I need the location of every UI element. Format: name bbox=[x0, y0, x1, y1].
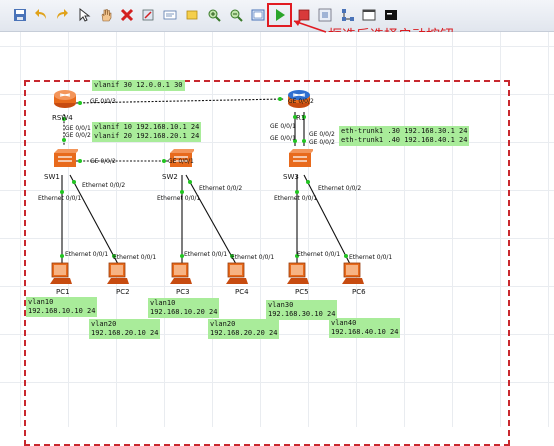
start-button-highlight bbox=[267, 3, 292, 27]
pc-icon[interactable] bbox=[168, 260, 194, 291]
switch-icon[interactable] bbox=[52, 147, 80, 176]
device-label-sw1: SW1 bbox=[44, 173, 60, 181]
terminal-icon[interactable] bbox=[383, 7, 399, 23]
fit-icon[interactable] bbox=[250, 7, 266, 23]
zoom-out-icon[interactable] bbox=[228, 7, 244, 23]
save-icon[interactable] bbox=[12, 7, 28, 23]
port-label: GE 0/0/1 bbox=[270, 135, 296, 142]
device-label-pc6: PC6 bbox=[352, 288, 366, 296]
port-label: Ethernet 0/0/1 bbox=[274, 195, 318, 202]
pc-icon[interactable] bbox=[105, 260, 131, 291]
redo-icon[interactable] bbox=[54, 7, 70, 23]
port-label: Ethernet 0/0/1 bbox=[184, 251, 228, 258]
router-icon[interactable] bbox=[52, 86, 78, 115]
port-label: Ethernet 0/0/1 bbox=[349, 254, 393, 261]
device-label-rsw4: RSW4 bbox=[52, 114, 73, 122]
capture-icon[interactable] bbox=[317, 7, 333, 23]
port-label: GE 0/0/2 bbox=[65, 132, 91, 139]
port-label: GE 0/0/2 bbox=[288, 98, 314, 105]
device-label-sw3: SW3 bbox=[283, 173, 299, 181]
pc-icon[interactable] bbox=[340, 260, 366, 291]
port-label: Ethernet 0/0/1 bbox=[231, 254, 275, 261]
window-icon[interactable] bbox=[361, 7, 377, 23]
text-icon[interactable] bbox=[162, 7, 178, 23]
topology-icon[interactable] bbox=[340, 7, 356, 23]
config-note[interactable]: vlan30 192.168.30.10 24 bbox=[266, 300, 338, 320]
undo-icon[interactable] bbox=[33, 7, 49, 23]
port-label: Ethernet 0/0/1 bbox=[297, 251, 341, 258]
config-note[interactable]: vlan10 192.168.10.10 24 bbox=[26, 297, 98, 317]
device-label-pc5: PC5 bbox=[295, 288, 309, 296]
select-icon[interactable] bbox=[76, 7, 92, 23]
port-label: GE 0/0/1 bbox=[270, 123, 296, 130]
stop-icon[interactable] bbox=[296, 7, 312, 23]
config-note[interactable]: vlan20 192.168.20.20 24 bbox=[208, 319, 280, 339]
pc-icon[interactable] bbox=[285, 260, 311, 291]
rect-icon[interactable] bbox=[184, 7, 200, 23]
port-label: GE 0/0/2 bbox=[309, 139, 335, 146]
device-label-pc4: PC4 bbox=[235, 288, 249, 296]
config-note[interactable]: eth-trunk1 .30 192.168.30.1 24 eth-trunk… bbox=[339, 126, 470, 146]
port-label: Ethernet 0/0/1 bbox=[65, 251, 109, 258]
device-label-sw2: SW2 bbox=[162, 173, 178, 181]
port-label: GE 0/0/2 bbox=[309, 131, 335, 138]
port-label: GE 0/0/2 bbox=[90, 158, 116, 165]
device-label-pc3: PC3 bbox=[176, 288, 190, 296]
topology-canvas[interactable]: RSW4 R1 SW1 SW2 SW3 PC1 PC2 PC3 PC4 PC5 … bbox=[0, 32, 554, 446]
config-note[interactable]: vlanif 30 12.0.0.1 30 bbox=[92, 80, 185, 91]
pc-icon[interactable] bbox=[48, 260, 74, 291]
zoom-in-icon[interactable] bbox=[206, 7, 222, 23]
config-note[interactable]: vlan40 192.168.40.10 24 bbox=[329, 318, 401, 338]
switch-icon[interactable] bbox=[287, 147, 315, 176]
device-label-r1: R1 bbox=[296, 114, 306, 122]
clear-icon[interactable] bbox=[140, 7, 156, 23]
pc-icon[interactable] bbox=[224, 260, 250, 291]
port-label: Ethernet 0/0/2 bbox=[318, 185, 362, 192]
port-label: Ethernet 0/0/1 bbox=[113, 254, 157, 261]
config-note[interactable]: vlan10 192.168.10.20 24 bbox=[148, 298, 220, 318]
port-label: Ethernet 0/0/1 bbox=[157, 195, 201, 202]
port-label: GE 0/0/1 bbox=[168, 158, 194, 165]
port-label: Ethernet 0/0/2 bbox=[82, 182, 126, 189]
port-label: Ethernet 0/0/2 bbox=[199, 185, 243, 192]
port-label: Ethernet 0/0/1 bbox=[38, 195, 82, 202]
port-label: GE 0/0/1 bbox=[65, 125, 91, 132]
toolbar: 框选后选择启动按钮 bbox=[0, 0, 554, 44]
port-label: GE 0/0/3 bbox=[90, 98, 116, 105]
device-label-pc1: PC1 bbox=[56, 288, 70, 296]
topology-links bbox=[60, 97, 351, 265]
config-note[interactable]: vlanif 10 192.168.10.1 24 vlanif 20 192.… bbox=[92, 122, 202, 142]
config-note[interactable]: vlan20 192.168.20.10 24 bbox=[89, 319, 161, 339]
delete-icon[interactable] bbox=[119, 7, 135, 23]
device-label-pc2: PC2 bbox=[116, 288, 130, 296]
hand-icon[interactable] bbox=[98, 7, 114, 23]
